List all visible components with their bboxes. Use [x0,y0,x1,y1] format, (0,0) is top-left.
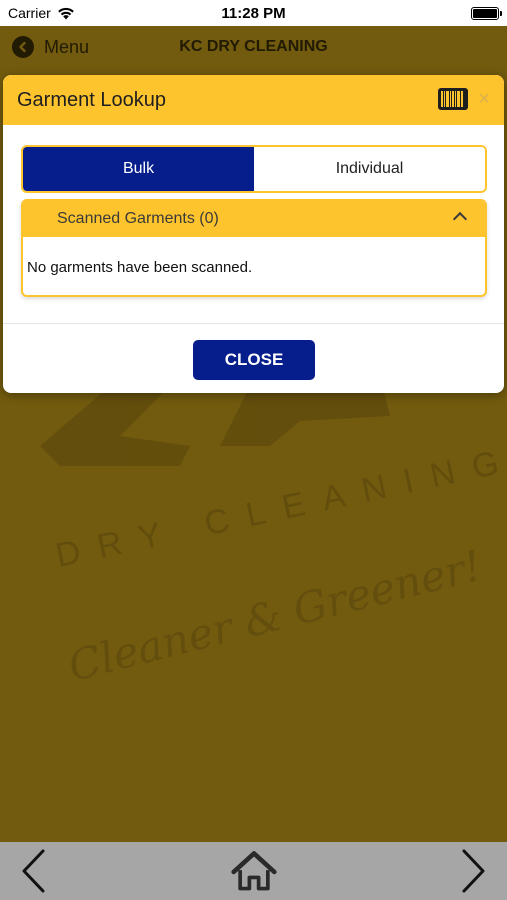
close-icon[interactable]: × [478,89,490,109]
status-time: 11:28 PM [221,4,286,22]
garment-lookup-modal: Garment Lookup × Bulk Individual Scanned… [3,75,504,393]
scanned-garments-panel: Scanned Garments (0) No garments have be… [21,199,487,297]
bottom-toolbar [0,842,507,900]
modal-divider [3,323,504,324]
barcode-scanner-icon[interactable] [438,88,468,110]
home-button[interactable] [230,847,278,895]
lookup-mode-toggle: Bulk Individual [21,145,487,193]
chevron-right-icon [462,849,485,893]
modal-header: Garment Lookup × [3,75,504,125]
wifi-icon [57,7,74,19]
close-button[interactable]: CLOSE [193,340,315,380]
status-bar: Carrier 11:28 PM [0,0,507,26]
empty-message: No garments have been scanned. [27,259,253,276]
battery-icon [471,6,502,20]
tab-individual[interactable]: Individual [254,147,485,191]
carrier-info: Carrier [8,5,75,21]
chevron-up-icon[interactable] [452,211,468,227]
previous-button[interactable] [10,847,58,895]
next-button[interactable] [449,847,497,895]
scanned-garments-title: Scanned Garments (0) [57,210,219,227]
modal-title: Garment Lookup [17,88,166,111]
scanned-garments-header[interactable]: Scanned Garments (0) [23,201,485,237]
carrier-label: Carrier [8,5,51,21]
home-icon [230,851,277,891]
chevron-left-icon [22,849,45,893]
tab-bulk[interactable]: Bulk [23,147,254,191]
